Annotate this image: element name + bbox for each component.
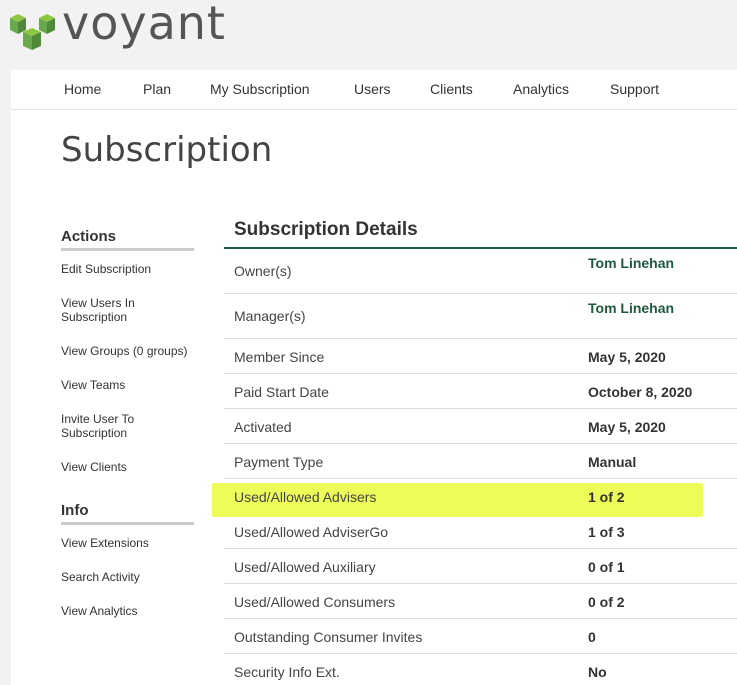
row-label: Owner(s) — [234, 263, 292, 279]
nav-users[interactable]: Users — [354, 81, 391, 97]
row-label: Manager(s) — [234, 308, 306, 324]
row-value: 1 of 3 — [588, 524, 625, 540]
owner-link[interactable]: Tom Linehan — [588, 255, 674, 271]
row-value: 0 of 2 — [588, 594, 625, 610]
table-row: Payment Type Manual — [224, 444, 737, 479]
nav-analytics[interactable]: Analytics — [513, 81, 569, 97]
row-value: Manual — [588, 454, 637, 470]
row-value: 0 — [588, 629, 596, 645]
nav-my-subscription[interactable]: My Subscription — [210, 81, 310, 97]
row-value: 0 of 1 — [588, 559, 625, 575]
edit-subscription-link[interactable]: Edit Subscription — [61, 262, 201, 276]
table-row: Used/Allowed Advisers 1 of 2 — [224, 479, 737, 514]
table-row: Used/Allowed Consumers 0 of 2 — [224, 584, 737, 619]
row-label: Outstanding Consumer Invites — [234, 629, 423, 645]
row-label: Activated — [234, 419, 292, 435]
view-analytics-link[interactable]: View Analytics — [61, 604, 201, 618]
nav-plan[interactable]: Plan — [143, 81, 171, 97]
row-label: Used/Allowed Consumers — [234, 594, 396, 610]
table-row: Paid Start Date October 8, 2020 — [224, 374, 737, 409]
row-label: Used/Allowed Advisers — [234, 489, 377, 505]
main-page: Home Plan My Subscription Users Clients … — [11, 70, 737, 685]
nav-support[interactable]: Support — [610, 81, 659, 97]
nav-clients[interactable]: Clients — [430, 81, 473, 97]
row-label: Paid Start Date — [234, 384, 329, 400]
subscription-details: Subscription Details Owner(s) Tom Lineha… — [224, 215, 737, 685]
table-row: Manager(s) Tom Linehan — [224, 294, 737, 339]
row-value: May 5, 2020 — [588, 349, 666, 365]
row-label: Used/Allowed Auxiliary — [234, 559, 376, 575]
table-row: Member Since May 5, 2020 — [224, 339, 737, 374]
row-value: 1 of 2 — [588, 489, 625, 505]
top-navigation: Home Plan My Subscription Users Clients … — [11, 70, 737, 110]
search-activity-link[interactable]: Search Activity — [61, 570, 201, 584]
view-groups-link[interactable]: View Groups (0 groups) — [61, 344, 201, 358]
actions-heading: Actions — [61, 228, 194, 251]
row-value: No — [588, 664, 607, 680]
view-teams-link[interactable]: View Teams — [61, 378, 201, 392]
row-label: Security Info Ext. — [234, 664, 340, 680]
table-row: Used/Allowed Auxiliary 0 of 1 — [224, 549, 737, 584]
header-logo-bar: voyant — [0, 0, 737, 70]
row-value: May 5, 2020 — [588, 419, 666, 435]
row-label: Member Since — [234, 349, 325, 365]
brand-name: voyant — [62, 0, 226, 50]
invite-user-link[interactable]: Invite User To Subscription — [61, 412, 161, 440]
voyant-logo-icon[interactable] — [10, 10, 55, 50]
row-label: Payment Type — [234, 454, 324, 470]
row-value: October 8, 2020 — [588, 384, 693, 400]
info-heading: Info — [61, 502, 194, 525]
view-users-link[interactable]: View Users In Subscription — [61, 296, 171, 324]
row-label: Used/Allowed AdviserGo — [234, 524, 389, 540]
table-row: Activated May 5, 2020 — [224, 409, 737, 444]
view-extensions-link[interactable]: View Extensions — [61, 536, 201, 550]
manager-link[interactable]: Tom Linehan — [588, 300, 674, 316]
view-clients-link[interactable]: View Clients — [61, 460, 201, 474]
nav-home[interactable]: Home — [64, 81, 101, 97]
table-row: Security Info Ext. No — [224, 654, 737, 685]
table-row: Outstanding Consumer Invites 0 — [224, 619, 737, 654]
details-title: Subscription Details — [224, 215, 737, 249]
table-row: Used/Allowed AdviserGo 1 of 3 — [224, 514, 737, 549]
table-row: Owner(s) Tom Linehan — [224, 249, 737, 294]
page-title: Subscription — [61, 130, 273, 170]
